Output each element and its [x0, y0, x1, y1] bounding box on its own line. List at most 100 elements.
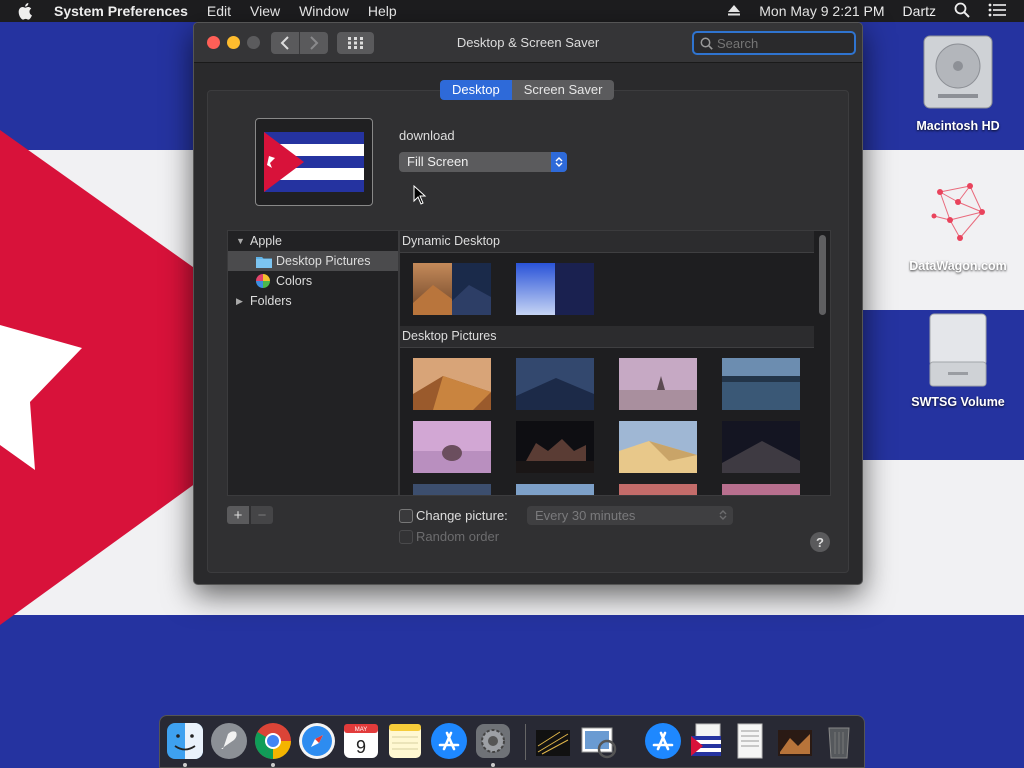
- calendar-icon[interactable]: MAY 9: [342, 722, 380, 760]
- lake-dusk-thumbnail[interactable]: [722, 358, 800, 410]
- eject-icon[interactable]: [727, 3, 741, 19]
- search-icon: [700, 37, 713, 50]
- interval-popup[interactable]: Every 30 minutes: [527, 506, 733, 525]
- chrome-icon[interactable]: [254, 722, 292, 760]
- desktop-icon-swtsg-volume[interactable]: SWTSG Volume: [903, 308, 1013, 409]
- help-button[interactable]: ?: [810, 532, 830, 552]
- downloads-stack-icon[interactable]: [688, 722, 726, 760]
- sky-blue-thumbnail[interactable]: [516, 484, 594, 496]
- document-stack-icon[interactable]: [732, 722, 770, 760]
- desktop-icon-label: DataWagon.com: [909, 259, 1007, 273]
- running-indicator: [183, 763, 187, 767]
- source-item-apple[interactable]: ▼ Apple: [228, 231, 398, 251]
- notes-icon[interactable]: [386, 722, 424, 760]
- city-night-thumbnail[interactable]: [516, 421, 594, 473]
- source-item-colors[interactable]: Colors: [228, 271, 398, 291]
- external-volume-icon: [929, 313, 987, 387]
- sand-dunes-day-thumbnail[interactable]: [619, 421, 697, 473]
- source-item-label: Folders: [250, 294, 292, 308]
- current-picture-preview: [255, 118, 373, 206]
- sunset-thumbnail[interactable]: [619, 484, 697, 496]
- source-list: ▼ Apple Desktop Pictures Colors ▶ Folder…: [227, 230, 399, 496]
- pink-sunset-thumbnail[interactable]: [722, 484, 800, 496]
- dock: MAY 9: [159, 715, 865, 768]
- menu-help[interactable]: Help: [368, 3, 397, 19]
- source-item-label: Desktop Pictures: [276, 254, 371, 268]
- source-item-folders[interactable]: ▶ Folders: [228, 291, 398, 311]
- launchpad-icon[interactable]: [210, 722, 248, 760]
- random-order-checkbox[interactable]: [399, 530, 413, 544]
- fit-mode-popup[interactable]: Fill Screen: [399, 152, 567, 172]
- desktop-icon-datawagon[interactable]: DataWagon.com: [903, 172, 1013, 273]
- network-graph-icon: [931, 183, 985, 241]
- random-order-label: Random order: [416, 529, 500, 544]
- dynamic-solar-gradient-thumbnail[interactable]: [516, 263, 594, 315]
- desktop-icon-macintosh-hd[interactable]: Macintosh HD: [903, 32, 1013, 133]
- change-picture-checkbox[interactable]: [399, 509, 413, 523]
- search-field[interactable]: [692, 31, 856, 55]
- spotlight-icon[interactable]: [954, 2, 970, 21]
- system-preferences-icon[interactable]: [474, 722, 512, 760]
- fit-mode-value: Fill Screen: [407, 154, 469, 169]
- sparkle-document-icon[interactable]: [534, 722, 572, 760]
- calendar-day: 9: [356, 737, 366, 757]
- popup-arrows-icon: [551, 152, 567, 172]
- desktop-icon-label: SWTSG Volume: [911, 395, 1005, 409]
- mojave-day-thumbnail[interactable]: [413, 358, 491, 410]
- desert-rock-thumbnail[interactable]: [619, 358, 697, 410]
- tab-bar: Desktop Screen Saver: [440, 80, 615, 100]
- tab-desktop[interactable]: Desktop: [440, 80, 512, 100]
- remove-folder-button[interactable]: −: [251, 506, 273, 524]
- running-indicator: [491, 763, 495, 767]
- blue-mountain-thumbnail[interactable]: [413, 484, 491, 496]
- safari-icon[interactable]: [298, 722, 336, 760]
- source-item-label: Apple: [250, 234, 282, 248]
- folder-icon: [256, 256, 272, 268]
- mouse-cursor-icon: [413, 185, 427, 205]
- hard-drive-icon: [923, 35, 993, 109]
- preview-icon[interactable]: [580, 722, 618, 760]
- source-item-desktop-pictures[interactable]: Desktop Pictures: [228, 251, 398, 271]
- menubar-clock[interactable]: Mon May 9 2:21 PM: [759, 3, 884, 19]
- dock-separator: [525, 724, 526, 760]
- window-titlebar: Desktop & Screen Saver: [194, 23, 862, 63]
- menu-edit[interactable]: Edit: [207, 3, 231, 19]
- apple-menu-icon[interactable]: [18, 2, 40, 20]
- app-store-icon[interactable]: [430, 722, 468, 760]
- dynamic-mojave-thumbnail[interactable]: [413, 263, 491, 315]
- section-header-desktop-pictures: Desktop Pictures: [400, 326, 814, 348]
- image-stack-icon[interactable]: [776, 722, 814, 760]
- change-picture-label: Change picture:: [416, 508, 508, 523]
- scrollbar-thumb[interactable]: [819, 235, 826, 315]
- grid-scrollbar[interactable]: [817, 233, 827, 493]
- menu-bar: System Preferences Edit View Window Help…: [0, 0, 1024, 22]
- add-folder-button[interactable]: +: [227, 506, 249, 524]
- tab-screen-saver[interactable]: Screen Saver: [511, 80, 615, 100]
- picture-grid: Dynamic Desktop Desktop Pictures: [399, 230, 831, 496]
- disclosure-open-icon[interactable]: ▼: [236, 236, 246, 246]
- source-item-label: Colors: [276, 274, 313, 288]
- section-header-dynamic-desktop: Dynamic Desktop: [400, 231, 814, 253]
- menu-app-name[interactable]: System Preferences: [54, 3, 188, 19]
- calendar-month: MAY: [355, 727, 368, 733]
- sand-dunes-night-thumbnail[interactable]: [722, 421, 800, 473]
- app-store-downloads-icon[interactable]: [644, 722, 682, 760]
- interval-value: Every 30 minutes: [535, 508, 636, 523]
- running-indicator: [271, 763, 275, 767]
- disclosure-closed-icon[interactable]: ▶: [236, 296, 246, 307]
- color-wheel-icon: [256, 274, 270, 288]
- desktop-icon-label: Macintosh HD: [916, 119, 1000, 133]
- pink-lake-rock-thumbnail[interactable]: [413, 421, 491, 473]
- menu-window[interactable]: Window: [299, 3, 349, 19]
- trash-icon[interactable]: [820, 722, 858, 760]
- search-input[interactable]: [717, 35, 837, 51]
- cuba-flag-thumbnail: [264, 132, 364, 192]
- desktop-screen-saver-window: Desktop & Screen Saver Desktop Screen Sa…: [193, 22, 863, 585]
- finder-icon[interactable]: [166, 722, 204, 760]
- menubar-user[interactable]: Dartz: [903, 3, 936, 19]
- mojave-night-thumbnail[interactable]: [516, 358, 594, 410]
- menu-view[interactable]: View: [250, 3, 280, 19]
- popup-arrows-icon: [719, 509, 727, 524]
- notification-center-icon[interactable]: [988, 3, 1006, 20]
- current-picture-name: download: [399, 128, 455, 143]
